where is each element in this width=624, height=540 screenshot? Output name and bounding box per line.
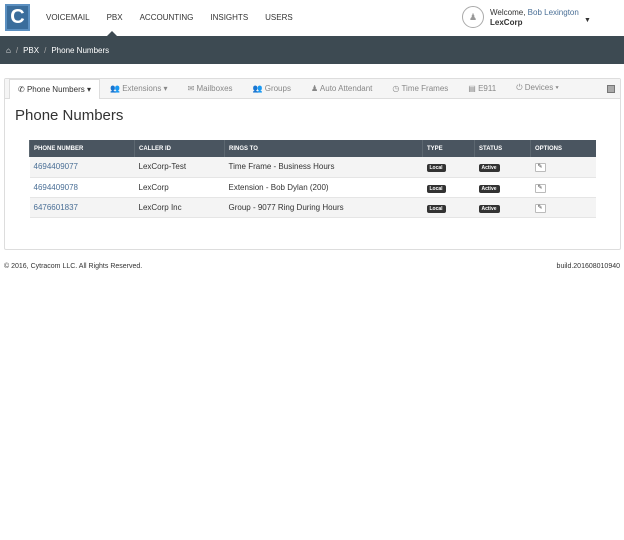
phone-number-link[interactable]: 4694409077 [34,162,79,171]
main-nav: VOICEMAIL PBX ACCOUNTING INSIGHTS USERS [46,13,310,22]
users-icon: 👥 [109,84,120,93]
build-version: build.201608010940 [556,263,620,270]
nav-pbx[interactable]: PBX [107,13,123,22]
tab-label: Auto Attendant [319,84,373,93]
expand-button[interactable] [607,85,615,93]
tab-label: Groups [264,84,291,93]
options-cell: ✎ [530,197,596,218]
type-badge: Local [426,184,446,193]
nav-insights[interactable]: INSIGHTS [210,13,248,22]
status-badge: Active [478,184,500,193]
caller-id-cell: LexCorp-Test [134,157,225,178]
tab-phone-numbers[interactable]: ✆ Phone Numbers ▾ [9,79,100,99]
edit-icon[interactable]: ✎ [534,203,546,213]
content-panel: ✆ Phone Numbers ▾ 👥 Extensions ▾ ✉ Mailb… [4,78,621,250]
type-cell: Local [422,197,475,218]
tab-label: Time Frames [401,84,449,93]
caller-id-cell: LexCorp [134,177,225,198]
tab-groups[interactable]: 👥 Groups [243,84,301,98]
status-cell: Active [474,197,531,218]
phone-number-cell: 6476601837 [29,197,135,218]
card-icon: ▤ [468,84,476,93]
tab-label: Extensions ▾ [122,84,168,93]
users-icon: 👥 [252,84,263,93]
org-name: LexCorp [490,18,523,27]
options-cell: ✎ [530,177,596,198]
tab-extensions[interactable]: 👥 Extensions ▾ [100,84,178,98]
welcome-text: Welcome, Bob Lexington [490,8,579,17]
tab-devices[interactable]: ⏻ Devices ▾ [506,83,569,98]
breadcrumb-pbx[interactable]: PBX [23,46,39,55]
rings-to-cell: Extension - Bob Dylan (200) [224,177,423,198]
welcome-label: Welcome, [490,8,526,17]
type-cell: Local [422,177,475,198]
rings-to-cell: Group - 9077 Ring During Hours [224,197,423,218]
user-avatar-icon: ♟ [462,6,484,28]
cytracom-logo[interactable]: C [5,4,30,31]
caller-id-cell: LexCorp Inc [134,197,225,218]
col-phone-number[interactable]: PHONE NUMBER [29,140,135,157]
type-badge: Local [426,164,446,173]
separator: / [15,45,19,55]
envelope-icon: ✉ [187,84,195,93]
table-row: 4694409078 LexCorp Extension - Bob Dylan… [29,177,596,198]
tab-label: Devices ▾ [524,83,559,92]
breadcrumb-phone-numbers: Phone Numbers [51,45,110,55]
tab-label: Mailboxes [196,84,233,93]
clock-icon: ◷ [392,84,400,93]
phone-icon: ✆ [18,85,25,94]
edit-icon[interactable]: ✎ [534,163,546,173]
status-cell: Active [474,177,531,198]
copyright: © 2016, Cytracom LLC. All Rights Reserve… [4,263,143,270]
page-title: Phone Numbers [15,107,124,124]
rings-to-cell: Time Frame - Business Hours [224,157,423,178]
chevron-down-icon[interactable]: ▼ [584,17,591,24]
nav-users[interactable]: USERS [265,13,293,22]
phone-number-cell: 4694409077 [29,157,135,178]
phone-number-link[interactable]: 6476601837 [34,203,79,212]
col-rings-to[interactable]: RINGS TO [224,140,423,157]
separator: / [44,45,47,55]
tab-label: E911 [478,84,497,93]
table-row: 6476601837 LexCorp Inc Group - 9077 Ring… [29,197,596,218]
table-row: 4694409077 LexCorp-Test Time Frame - Bus… [29,157,596,178]
breadcrumb: ⌂ / PBX / Phone Numbers [0,36,624,64]
tab-label: Phone Numbers ▾ [26,85,91,94]
nav-voicemail[interactable]: VOICEMAIL [46,13,90,22]
col-caller-id[interactable]: CALLER ID [134,140,225,157]
tab-e911[interactable]: ▤ E911 [458,84,506,98]
options-cell: ✎ [530,157,596,178]
nav-accounting[interactable]: ACCOUNTING [140,13,194,22]
home-icon[interactable]: ⌂ [6,46,11,55]
power-icon: ⏻ [516,83,523,92]
status-cell: Active [474,157,531,178]
status-badge: Active [478,164,500,173]
tab-time-frames[interactable]: ◷ Time Frames [382,84,458,98]
type-cell: Local [422,157,475,178]
top-navbar: C VOICEMAIL PBX ACCOUNTING INSIGHTS USER… [0,0,624,36]
type-badge: Local [426,204,446,213]
tab-auto-attendant[interactable]: ♟ Auto Attendant [301,84,382,98]
user-icon: ♟ [310,84,319,93]
col-options: OPTIONS [530,140,596,157]
status-badge: Active [478,204,500,213]
phone-numbers-table: PHONE NUMBER CALLER ID RINGS TO TYPE STA… [29,140,596,218]
pbx-tabs: ✆ Phone Numbers ▾ 👥 Extensions ▾ ✉ Mailb… [5,79,620,99]
col-type[interactable]: TYPE [422,140,475,157]
col-status[interactable]: STATUS [474,140,531,157]
user-name: Bob Lexington [527,8,579,17]
edit-icon[interactable]: ✎ [534,183,546,193]
phone-number-cell: 4694409078 [29,177,135,198]
tab-mailboxes[interactable]: ✉ Mailboxes [178,84,243,98]
phone-number-link[interactable]: 4694409078 [34,183,79,192]
